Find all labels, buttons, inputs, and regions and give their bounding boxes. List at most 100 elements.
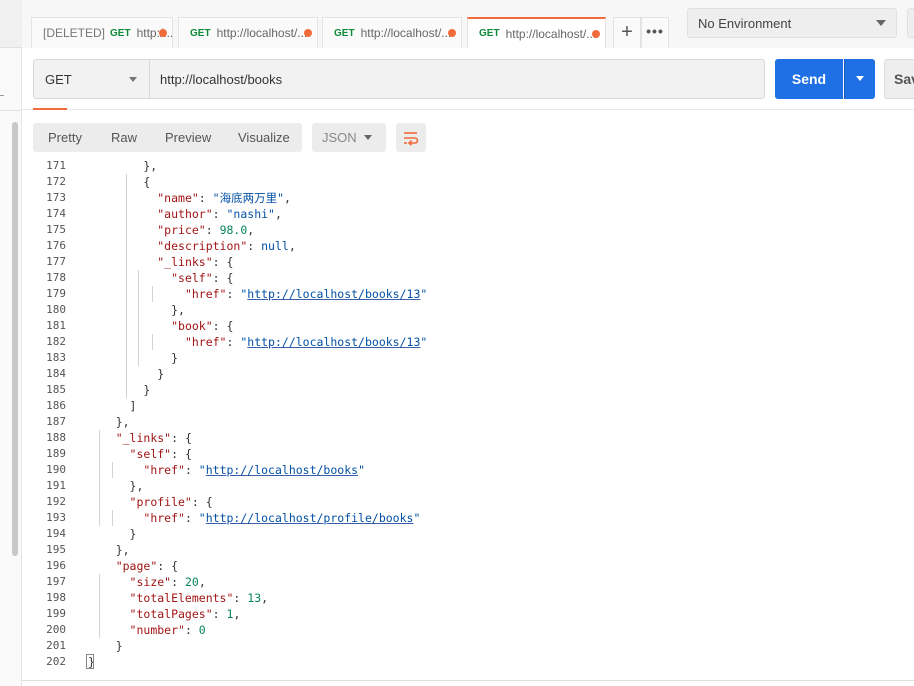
line-number: 195 [46,543,66,556]
tab-url: http://localhost/... [505,26,597,41]
line-number: 196 [46,559,66,572]
new-tab-button[interactable]: + [613,17,641,48]
line-number: 175 [46,223,66,236]
code-text: "description": null, [157,239,296,253]
line-number: 172 [46,175,66,188]
code-line: 193 "href": "http://localhost/profile/bo… [22,510,914,526]
sidebar-strip [0,0,22,686]
code-line: 177 "_links": { [22,254,914,270]
code-line: 185 } [22,382,914,398]
view-tab-visualize[interactable]: Visualize [238,130,290,145]
save-button[interactable]: Sav [884,59,914,99]
code-line: 174 "author": "nashi", [22,206,914,222]
environment-label: No Environment [698,15,792,31]
wrap-icon [404,132,419,146]
code-text: "name": "海底两万里", [157,191,291,205]
code-text: "href": "http://localhost/books" [143,463,365,477]
code-line: 182 "href": "http://localhost/books/13" [22,334,914,350]
code-line: 201 } [22,638,914,654]
response-body-editor[interactable]: 171 }, 172 {173 "name": "海底两万里", 174 "auth… [22,160,914,686]
line-number: 198 [46,591,66,604]
code-line: 197 "size": 20, [22,574,914,590]
code-text: } [88,639,123,653]
code-text: } [88,351,179,365]
sidebar-divider [0,110,22,111]
code-text: "price": 98.0, [157,223,255,237]
code-text: "href": "http://localhost/books/13" [184,287,428,301]
active-section-underline [33,108,67,110]
request-tab[interactable]: GET http://localhost/... [178,17,318,48]
response-toolbar: Pretty Raw Preview Visualize JSON [22,111,914,163]
code-text: "totalPages": 1, [129,607,241,621]
code-text: } [88,527,137,541]
line-number: 189 [46,447,66,460]
code-line: 181 "book": { [22,318,914,334]
url-input[interactable] [149,59,765,99]
footer-divider [22,680,914,681]
view-tab-preview[interactable]: Preview [165,130,211,145]
tab-method: GET [334,27,355,39]
language-label: JSON [322,130,357,145]
sidebar-scrollbar[interactable] [12,122,18,556]
send-button[interactable]: Send [775,59,843,99]
code-line: 183 } [22,350,914,366]
line-number: 200 [46,623,66,636]
line-number: 202 [46,655,66,668]
view-tab-raw[interactable]: Raw [111,130,137,145]
line-number: 173 [46,191,66,204]
chevron-down-icon [364,135,372,140]
request-tab-active[interactable]: GET http://localhost/... [467,17,606,48]
more-tabs-button[interactable]: ••• [641,17,669,48]
response-view-tabs: Pretty Raw Preview Visualize [33,123,302,152]
request-tab[interactable]: GET http://localhost/... [322,17,462,48]
code-text: { [88,175,151,189]
send-options-button[interactable] [844,59,875,99]
chevron-down-icon [856,76,864,81]
unsaved-dot-icon [159,29,167,37]
line-number: 176 [46,239,66,252]
bracket-match-highlight [86,654,94,669]
code-text: "number": 0 [129,623,206,637]
sidebar-header [0,0,22,48]
code-text: "page": { [115,559,179,573]
code-text: "book": { [171,319,234,333]
environment-select[interactable]: No Environment [687,8,897,38]
method-select[interactable]: GET [33,59,149,99]
code-line: 176 "description": null, [22,238,914,254]
code-line: 180 }, [22,302,914,318]
code-line: 172 { [22,174,914,190]
code-line: 173 "name": "海底两万里", [22,190,914,206]
unsaved-dot-icon [304,29,312,37]
line-number: 183 [46,351,66,364]
tab-method: GET [110,27,131,39]
code-text: }, [88,160,158,173]
line-number: 187 [46,415,66,428]
code-text: "self": { [171,271,234,285]
line-number: 180 [46,303,66,316]
line-number: 184 [46,367,66,380]
code-line: 184 } [22,366,914,382]
line-number: 191 [46,479,66,492]
line-number: 182 [46,335,66,348]
line-number: 201 [46,639,66,652]
code-text: "_links": { [115,431,192,445]
environment-quick-look-button[interactable] [907,8,914,38]
wrap-lines-button[interactable] [396,123,426,152]
line-number: 190 [46,463,66,476]
view-tab-pretty[interactable]: Pretty [48,130,82,145]
line-number: 171 [46,160,66,172]
line-number: 181 [46,319,66,332]
unsaved-dot-icon [448,29,456,37]
line-number: 199 [46,607,66,620]
code-line: 179 "href": "http://localhost/books/13" [22,286,914,302]
code-text: ] [88,399,137,413]
code-text: "size": 20, [129,575,206,589]
line-number: 185 [46,383,66,396]
request-tab-deleted[interactable]: [DELETED] GET http:/... [31,17,173,48]
code-line: 175 "price": 98.0, [22,222,914,238]
code-line: 192 "profile": { [22,494,914,510]
code-line: 202} [22,654,914,670]
tab-method: GET [190,27,211,39]
line-number: 179 [46,287,66,300]
language-select[interactable]: JSON [312,123,386,152]
